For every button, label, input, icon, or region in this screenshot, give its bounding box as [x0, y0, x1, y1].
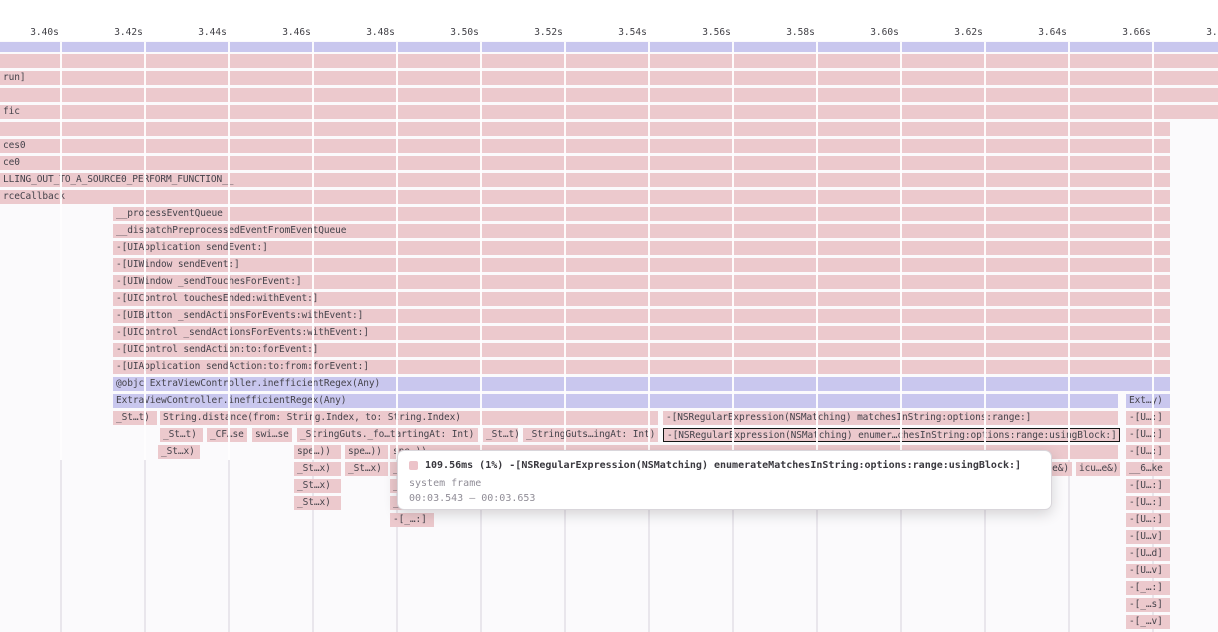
flame-bar[interactable]: ce0	[0, 156, 1170, 170]
axis-tick-label: 3.42s	[114, 27, 144, 39]
flame-bar[interactable]: _St…t)	[160, 428, 203, 442]
flame-bar[interactable]: spe…))	[345, 445, 388, 459]
flame-bar[interactable]: _St…x)	[158, 445, 200, 459]
gridline-overlay	[900, 42, 902, 460]
flame-bar[interactable]: run]	[0, 71, 1218, 85]
flame-bar[interactable]: spe…))	[294, 445, 341, 459]
gridline-overlay	[816, 42, 818, 460]
flame-bar[interactable]: __dispatchPreprocessedEventFromEventQueu…	[113, 224, 1170, 238]
gridline-overlay	[60, 42, 62, 460]
axis-tick-label: 3.56s	[702, 27, 732, 39]
gridline-overlay	[564, 42, 566, 460]
flame-bar[interactable]: _St…x)	[294, 496, 341, 510]
gridline-overlay	[312, 42, 314, 460]
tooltip-title: 109.56ms (1%) -[NSRegularExpression(NSMa…	[425, 460, 1021, 471]
gridline-overlay	[648, 42, 650, 460]
axis-tick-label: 3.52s	[534, 27, 564, 39]
flame-bar[interactable]: -[UIControl touchesEnded:withEvent:]	[113, 292, 1170, 306]
flame-bar[interactable]: -[UIControl sendAction:to:forEvent:]	[113, 343, 1170, 357]
flame-bar[interactable]: -[UIWindow sendEvent:]	[113, 258, 1170, 272]
axis-tick-label: 3.46s	[282, 27, 312, 39]
flame-bar[interactable]: Ext…y)	[1126, 394, 1170, 408]
tooltip-time-range: 00:03.543 — 00:03.653	[409, 493, 1040, 504]
tooltip-subtitle: system frame	[409, 478, 1040, 489]
flame-bar[interactable]: icu…e&)	[1076, 462, 1120, 476]
axis-tick-label: 3.44s	[198, 27, 228, 39]
flame-bar[interactable]: _St…t)	[113, 411, 157, 425]
gridline-overlay	[732, 42, 734, 460]
gridline-overlay	[1068, 42, 1070, 460]
gridline-overlay	[984, 42, 986, 460]
axis-tick-label: 3.58s	[786, 27, 816, 39]
flame-bar[interactable]: ExtraViewController.inefficientRegex(Any…	[113, 394, 1118, 408]
flame-bar[interactable]: _StringGuts._fo…tartingAt: Int)	[297, 428, 478, 442]
axis-tick-label: 3.54s	[618, 27, 648, 39]
flame-bar[interactable]	[0, 42, 1218, 52]
axis-tick-label: 3.60s	[870, 27, 900, 39]
frame-tooltip: 109.56ms (1%) -[NSRegularExpression(NSMa…	[397, 450, 1052, 510]
flame-bar[interactable]: -[UIButton _sendActionsForEvents:withEve…	[113, 309, 1170, 323]
flame-bar[interactable]: -[UIApplication sendAction:to:from:forEv…	[113, 360, 1170, 374]
flame-bar[interactable]: -[U…:]	[1126, 445, 1170, 459]
flame-bar[interactable]: -[U…:]	[1126, 411, 1170, 425]
flame-bar[interactable]: String.distance(from: String.Index, to: …	[160, 411, 658, 425]
axis-tick-label: 3.62s	[954, 27, 984, 39]
flame-bar[interactable]: -[_…:]	[1126, 581, 1170, 595]
axis-tick-label: 3.66s	[1122, 27, 1152, 39]
frame-color-swatch-icon	[409, 461, 418, 470]
gridline-overlay	[228, 42, 230, 460]
flame-bar[interactable]: _St…x)	[294, 479, 341, 493]
flame-bar[interactable]: -[U…:]	[1126, 513, 1170, 527]
flame-bar[interactable]: -[_…:]	[390, 513, 434, 527]
flame-bar[interactable]: __processEventQueue	[113, 207, 1170, 221]
flame-bar[interactable]	[0, 88, 1218, 102]
flame-bar[interactable]: -[UIWindow _sendTouchesForEvent:]	[113, 275, 1170, 289]
flame-bar[interactable]: _St…x)	[345, 462, 388, 476]
time-ruler[interactable]: 3.40s 3.42s 3.44s 3.46s 3.48s 3.50s 3.52s 3.54s…	[0, 0, 1218, 41]
flame-bar[interactable]: -[U…:]	[1126, 496, 1170, 510]
flame-bar[interactable]: swi…se	[252, 428, 292, 442]
flame-bar[interactable]: -[U…d]	[1126, 547, 1170, 561]
flame-bar[interactable]: -[UIApplication sendEvent:]	[113, 241, 1170, 255]
flame-bar[interactable]: -[_…v]	[1126, 615, 1170, 629]
gridline-overlay	[480, 42, 482, 460]
gridline-overlay	[144, 42, 146, 460]
flame-bar[interactable]: -[U…v]	[1126, 564, 1170, 578]
axis-tick-label: 3.68s	[1206, 27, 1218, 39]
flame-bar[interactable]: fic	[0, 105, 1218, 119]
flame-bar[interactable]: LLING_OUT_TO_A_SOURCE0_PERFORM_FUNCTION_…	[0, 173, 1170, 187]
flame-bar[interactable]: -[UIControl _sendActionsForEvents:withEv…	[113, 326, 1170, 340]
gridline-overlay	[1152, 42, 1154, 460]
flame-bar[interactable]: _St…t)	[483, 428, 518, 442]
flame-bar[interactable]	[0, 54, 1218, 68]
axis-tick-label: 3.50s	[450, 27, 480, 39]
flame-bar[interactable]: _St…x)	[294, 462, 341, 476]
flame-bar[interactable]: @objc ExtraViewController.inefficientReg…	[113, 377, 1170, 391]
flame-bar[interactable]: _StringGuts…ingAt: Int)	[523, 428, 658, 442]
tooltip-title-row: 109.56ms (1%) -[NSRegularExpression(NSMa…	[409, 459, 1040, 472]
flame-bar[interactable]: -[_…s]	[1126, 598, 1170, 612]
flame-bar[interactable]: -[U…:]	[1126, 479, 1170, 493]
flame-graph-canvas[interactable]: 3.40s 3.42s 3.44s 3.46s 3.48s 3.50s 3.52s 3.54s…	[0, 0, 1218, 632]
flame-bar[interactable]: -[U…v]	[1126, 530, 1170, 544]
axis-tick-label: 3.64s	[1038, 27, 1068, 39]
gridline-overlay	[396, 42, 398, 460]
flame-bar[interactable]: rceCallback	[0, 190, 1170, 204]
flame-bar[interactable]: __6…ke	[1126, 462, 1170, 476]
axis-tick-label: 3.48s	[366, 27, 396, 39]
axis-tick-label: 3.40s	[30, 27, 60, 39]
flame-bar[interactable]: ces0	[0, 139, 1170, 153]
flame-bar[interactable]: -[U…:]	[1126, 428, 1170, 442]
flame-bar[interactable]	[0, 122, 1170, 136]
